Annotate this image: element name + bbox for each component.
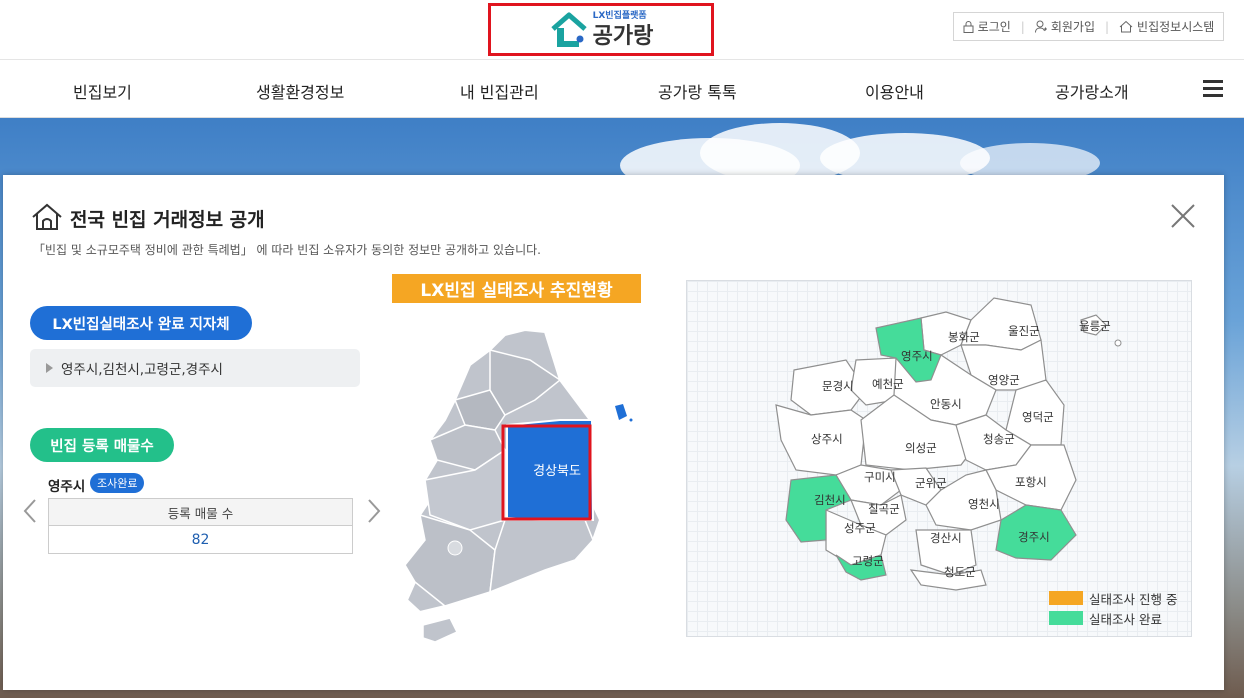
nav-item-manage[interactable]: 내 빈집관리 [460,79,539,103]
region-label-cheongdo: 청도군 [944,565,976,579]
legend-completed: 실태조사 완료 [1089,611,1162,627]
login-link[interactable]: 로그인 [963,18,1011,35]
hamburger-menu-icon[interactable] [1203,80,1223,97]
logo-title: 공가랑 [592,23,654,49]
completed-list: 영주시,김천시,고령군,경주시 [30,349,360,387]
chevron-left-icon[interactable] [22,498,38,524]
utility-menu: 로그인 | 회원가입 | 빈집정보시스템 [953,12,1224,41]
region-label-yeongcheon: 영천시 [968,497,1000,511]
region-label-chilgok: 칠곡군 [868,502,900,516]
city-name: 영주시 [48,479,86,495]
chevron-right-icon[interactable] [366,498,382,524]
nav-item-talk[interactable]: 공가랑 톡톡 [658,79,737,103]
join-link[interactable]: 회원가입 [1034,18,1095,35]
map-legend: 실태조사 진행 중 실태조사 완료 [1049,588,1177,628]
region-label-yeongju: 영주시 [901,349,933,363]
survey-status-banner: LX빈집 실태조사 추진현황 [392,274,641,303]
count-section-label: 빈집 등록 매물수 [30,428,174,462]
page: { "header": { "logo_sub": "LX빈집플랫폼", "lo… [0,0,1244,698]
table-header: 등록 매물 수 [49,499,352,526]
legend-swatch-completed [1049,611,1083,625]
nav-item-view[interactable]: 빈집보기 [73,79,132,103]
region-label-pohang: 포항시 [1015,475,1047,489]
modal-description: 「빈집 및 소규모주택 정비에 관한 특례법」 에 따라 빈집 소유자가 동의한… [33,243,541,257]
user-plus-icon [1034,20,1047,33]
status-badge: 조사완료 [90,473,145,493]
region-label-sangju: 상주시 [811,432,843,446]
table-value: 82 [191,531,210,548]
region-label-gumi: 구미시 [864,470,896,484]
logo-link[interactable]: LX빈집플랫폼 공가랑 [488,3,714,56]
region-label-gunwi: 군위군 [915,476,947,490]
region-label-ulleung: 울릉군 [1079,319,1111,333]
region-label-yecheon: 예천군 [872,377,904,391]
close-icon[interactable] [1170,203,1196,229]
top-header: LX빈집플랫폼 공가랑 로그인 | 회원가입 | 빈집정보시스템 [0,0,1244,60]
system-link[interactable]: 빈집정보시스템 [1119,18,1214,35]
korea-map: 경상북도 [403,328,633,643]
modal-title: 전국 빈집 거래정보 공개 [70,209,265,231]
nav-item-about[interactable]: 공가랑소개 [1055,79,1129,103]
region-label-gyeongsan: 경산시 [930,531,962,545]
home-icon [1119,20,1133,33]
region-label-gyeongbuk: 경상북도 [533,464,581,479]
region-label-gyeongju: 경주시 [1018,530,1050,544]
gyeongbuk-detail-map: 봉화군 울진군 울릉군 영주시 영양군 문경시 예천군 안동시 영덕군 상주시 … [775,297,1122,591]
lock-icon [963,21,974,33]
region-label-yeongdeok: 영덕군 [1022,410,1054,424]
map-jeju [422,617,459,643]
listing-count-table: 등록 매물 수 82 [48,498,353,554]
region-label-seongju: 성주군 [844,521,876,535]
login-label: 로그인 [977,20,1011,34]
region-label-uljin: 울진군 [1008,324,1040,338]
region-label-gimcheon: 김천시 [814,493,846,507]
region-label-mungyeong: 문경시 [822,379,854,393]
region-label-bonghwa: 봉화군 [948,330,980,344]
region-label-yeongyang: 영양군 [988,373,1020,387]
region-label-uiseong: 의성군 [905,441,937,455]
map-ulleung [615,404,627,420]
completed-list-text: 영주시,김천시,고령군,경주시 [61,362,223,378]
region-label-cheongsong: 청송군 [983,432,1015,446]
nav-item-living[interactable]: 생활환경정보 [256,79,344,103]
system-label: 빈집정보시스템 [1137,20,1215,34]
legend-swatch-progress [1049,591,1083,605]
logo-subtitle: LX빈집플랫폼 [592,10,647,21]
join-label: 회원가입 [1050,20,1095,34]
main-nav: 빈집보기 생활환경정보 내 빈집관리 공가랑 톡톡 이용안내 공가랑소개 [0,60,1244,118]
region-label-goryeong: 고령군 [852,554,884,568]
caret-right-icon [46,363,53,373]
logo: LX빈집플랫폼 공가랑 [549,10,654,50]
completed-section-label: LX빈집실태조사 완료 지자체 [30,306,252,340]
nav-item-guide[interactable]: 이용안내 [865,79,924,103]
home-icon [32,203,62,230]
legend-in-progress: 실태조사 진행 중 [1089,591,1178,607]
region-label-andong: 안동시 [930,397,962,411]
house-logo-icon [550,12,587,47]
